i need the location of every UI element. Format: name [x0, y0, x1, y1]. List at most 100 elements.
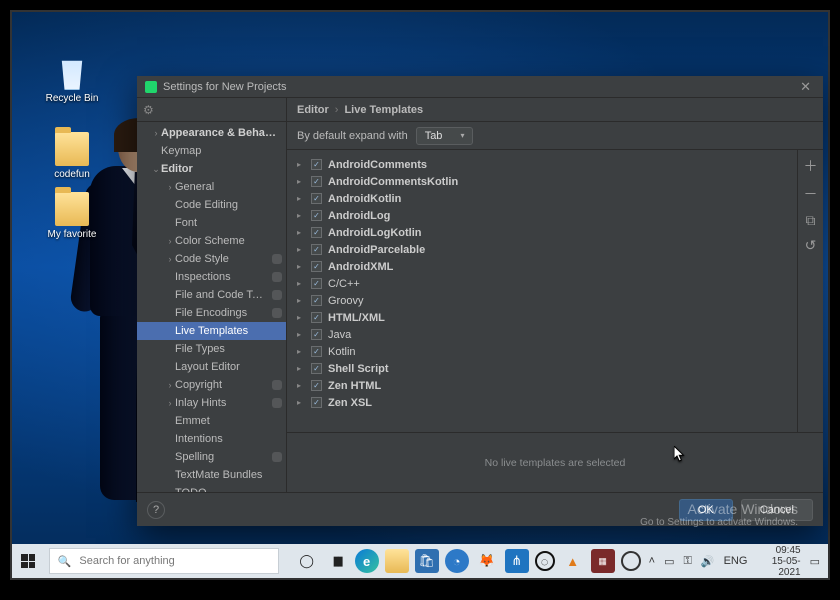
task-view-icon[interactable]: ▮▮: [325, 549, 349, 573]
template-group-row[interactable]: ▸✓Kotlin: [297, 343, 787, 360]
template-group-row[interactable]: ▸✓AndroidKotlin: [297, 190, 787, 207]
expand-arrow-icon[interactable]: ▸: [297, 279, 305, 288]
cortana-icon[interactable]: ◯: [295, 549, 319, 573]
close-icon[interactable]: ✕: [796, 79, 815, 95]
desktop-icon-folder-favorite[interactable]: My favorite: [42, 192, 102, 240]
tree-item[interactable]: ›General: [137, 178, 286, 196]
vlc-icon[interactable]: ▲: [561, 549, 585, 573]
tree-item[interactable]: TextMate Bundles: [137, 466, 286, 484]
template-group-row[interactable]: ▸✓Zen HTML: [297, 377, 787, 394]
checkbox[interactable]: ✓: [311, 329, 322, 340]
checkbox[interactable]: ✓: [311, 295, 322, 306]
tree-item[interactable]: Intentions: [137, 430, 286, 448]
expand-arrow-icon[interactable]: ▸: [297, 381, 305, 390]
tree-item[interactable]: Inspections: [137, 268, 286, 286]
template-group-row[interactable]: ▸✓Zen XSL: [297, 394, 787, 411]
tree-item[interactable]: Emmet: [137, 412, 286, 430]
tree-item[interactable]: File and Code Templates: [137, 286, 286, 304]
template-group-row[interactable]: ▸✓Groovy: [297, 292, 787, 309]
checkbox[interactable]: ✓: [311, 210, 322, 221]
expand-arrow-icon[interactable]: ▸: [297, 211, 305, 220]
tree-item[interactable]: Live Templates: [137, 322, 286, 340]
template-group-row[interactable]: ▸✓AndroidParcelable: [297, 241, 787, 258]
dialog-titlebar[interactable]: Settings for New Projects ✕: [137, 76, 823, 98]
tree-item[interactable]: Keymap: [137, 142, 286, 160]
vscode-icon[interactable]: ⋔: [505, 549, 529, 573]
battery-icon[interactable]: ▭: [664, 555, 674, 568]
checkbox[interactable]: ✓: [311, 363, 322, 374]
expand-arrow-icon[interactable]: ▸: [297, 228, 305, 237]
template-group-row[interactable]: ▸✓Java: [297, 326, 787, 343]
template-group-row[interactable]: ▸✓HTML/XML: [297, 309, 787, 326]
tree-item[interactable]: Spelling: [137, 448, 286, 466]
expand-arrow-icon[interactable]: ▸: [297, 160, 305, 169]
template-group-row[interactable]: ▸✓Shell Script: [297, 360, 787, 377]
expand-arrow-icon[interactable]: ▸: [297, 330, 305, 339]
checkbox[interactable]: ✓: [311, 176, 322, 187]
checkbox[interactable]: ✓: [311, 397, 322, 408]
expand-arrow-icon[interactable]: ▸: [297, 296, 305, 305]
store-icon[interactable]: 🛍: [415, 549, 439, 573]
checkbox[interactable]: ✓: [311, 244, 322, 255]
checkbox[interactable]: ✓: [311, 312, 322, 323]
tree-item[interactable]: ›Color Scheme: [137, 232, 286, 250]
template-group-row[interactable]: ▸✓AndroidCommentsKotlin: [297, 173, 787, 190]
template-group-row[interactable]: ▸✓C/C++: [297, 275, 787, 292]
tree-item[interactable]: Font: [137, 214, 286, 232]
gear-icon[interactable]: ⚙: [143, 103, 154, 117]
checkbox[interactable]: ✓: [311, 380, 322, 391]
checkbox[interactable]: ✓: [311, 193, 322, 204]
tree-item[interactable]: Code Editing: [137, 196, 286, 214]
expand-arrow-icon[interactable]: ▸: [297, 347, 305, 356]
expand-arrow-icon[interactable]: ▸: [297, 245, 305, 254]
settings-tree[interactable]: ›Appearance & BehaviorKeymap⌄Editor›Gene…: [137, 122, 286, 492]
template-group-list[interactable]: ▸✓AndroidComments▸✓AndroidCommentsKotlin…: [287, 150, 797, 432]
expand-arrow-icon[interactable]: ▸: [297, 398, 305, 407]
expand-arrow-icon[interactable]: ▸: [297, 177, 305, 186]
remove-icon[interactable]: －: [804, 184, 818, 204]
tree-item[interactable]: ›Inlay Hints: [137, 394, 286, 412]
tray-chevron-icon[interactable]: ˄: [649, 555, 655, 567]
add-icon[interactable]: ＋: [804, 156, 818, 176]
template-group-row[interactable]: ▸✓AndroidLog: [297, 207, 787, 224]
taskbar-search[interactable]: 🔍 Search for anything: [49, 548, 279, 574]
checkbox[interactable]: ✓: [311, 159, 322, 170]
checkbox[interactable]: ✓: [311, 227, 322, 238]
firefox-icon[interactable]: 🦊: [475, 549, 499, 573]
wifi-icon[interactable]: ⚿: [684, 555, 692, 568]
start-button[interactable]: [12, 544, 45, 578]
explorer-icon[interactable]: [385, 549, 409, 573]
language-indicator[interactable]: ENG: [724, 555, 748, 567]
copy-icon[interactable]: ⧉: [806, 212, 816, 229]
expand-with-select[interactable]: Tab ▾: [416, 127, 474, 145]
template-group-row[interactable]: ▸✓AndroidComments: [297, 156, 787, 173]
expand-arrow-icon[interactable]: ▸: [297, 313, 305, 322]
tree-item[interactable]: File Types: [137, 340, 286, 358]
obs-icon[interactable]: ◌: [535, 551, 555, 571]
help-icon[interactable]: ?: [147, 501, 165, 519]
taskbar-clock[interactable]: 09:45 15-05-2021: [756, 545, 800, 578]
volume-icon[interactable]: 🔊: [701, 555, 715, 568]
settings-search-input[interactable]: [160, 104, 302, 116]
tree-item[interactable]: ›Copyright: [137, 376, 286, 394]
edge-icon[interactable]: e: [355, 549, 379, 573]
app-icon-3[interactable]: [621, 551, 641, 571]
checkbox[interactable]: ✓: [311, 346, 322, 357]
template-group-row[interactable]: ▸✓AndroidXML: [297, 258, 787, 275]
template-group-row[interactable]: ▸✓AndroidLogKotlin: [297, 224, 787, 241]
tree-item[interactable]: ›Appearance & Behavior: [137, 124, 286, 142]
revert-icon[interactable]: ↺: [805, 237, 817, 254]
expand-arrow-icon[interactable]: ▸: [297, 262, 305, 271]
checkbox[interactable]: ✓: [311, 261, 322, 272]
tree-item[interactable]: TODO: [137, 484, 286, 492]
tree-item[interactable]: ⌄Editor: [137, 160, 286, 178]
desktop-icon-folder-codefun[interactable]: codefun: [42, 132, 102, 180]
app-icon-2[interactable]: ▦: [591, 549, 615, 573]
expand-arrow-icon[interactable]: ▸: [297, 364, 305, 373]
tree-item[interactable]: Layout Editor: [137, 358, 286, 376]
tree-item[interactable]: File Encodings: [137, 304, 286, 322]
expand-arrow-icon[interactable]: ▸: [297, 194, 305, 203]
notifications-icon[interactable]: ▭: [810, 555, 820, 568]
checkbox[interactable]: ✓: [311, 278, 322, 289]
desktop-icon-recycle-bin[interactable]: Recycle Bin: [42, 56, 102, 104]
